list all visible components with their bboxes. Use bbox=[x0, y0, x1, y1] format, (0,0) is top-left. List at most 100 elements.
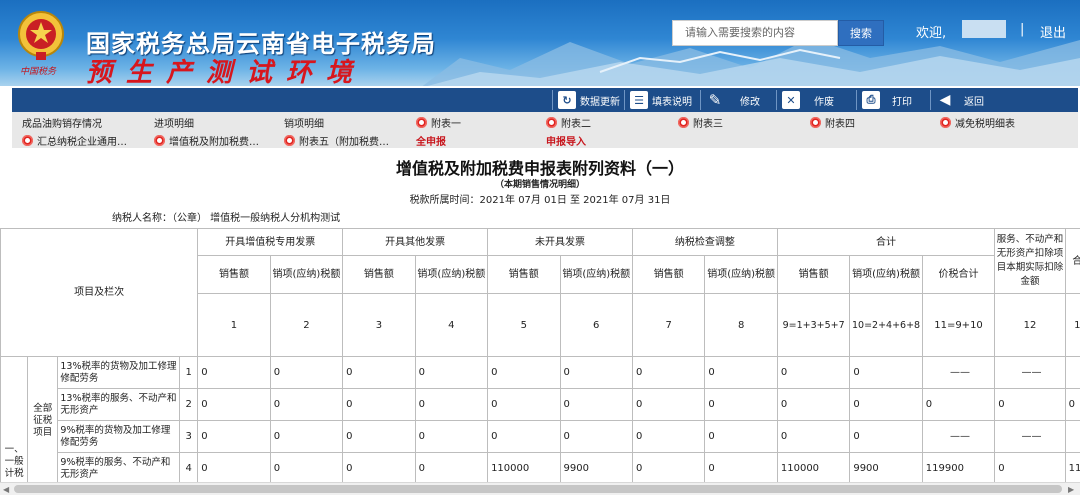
scroll-left-icon[interactable]: ◀ bbox=[3, 485, 9, 494]
column-number: 1 bbox=[197, 293, 271, 357]
table-cell[interactable]: 0 bbox=[704, 388, 778, 421]
row-number: 2 bbox=[179, 388, 199, 421]
back-button[interactable]: ◀ 返回 bbox=[936, 90, 984, 110]
scroll-right-icon[interactable]: ▶ bbox=[1068, 485, 1074, 494]
tab-schedule-4[interactable]: 附表四 bbox=[810, 115, 855, 130]
table-cell: —— bbox=[921, 356, 996, 389]
refresh-doc-icon: ↻ bbox=[558, 91, 576, 109]
search-button[interactable]: 搜索 bbox=[838, 20, 884, 46]
table-cell[interactable]: 0 bbox=[849, 388, 923, 421]
table-cell[interactable]: 0 bbox=[197, 388, 271, 421]
tab-oil-inventory[interactable]: 成品油购销存情况 bbox=[22, 115, 102, 130]
sub-header: 销售额 bbox=[487, 255, 561, 294]
table-cell[interactable]: 0 bbox=[1064, 388, 1080, 421]
table-cell[interactable]: 0 bbox=[414, 452, 489, 482]
toolbar-label: 修改 bbox=[740, 96, 760, 108]
gear-icon bbox=[810, 117, 821, 128]
table-cell[interactable]: 11 bbox=[1064, 452, 1080, 482]
table-cell[interactable]: 0 bbox=[487, 420, 561, 453]
logout-link[interactable]: 退出 bbox=[1040, 22, 1066, 41]
table-cell[interactable]: 0 bbox=[994, 452, 1066, 482]
table-cell[interactable]: 0 bbox=[849, 420, 923, 453]
table-cell[interactable]: 0 bbox=[197, 356, 271, 389]
tab-declaration-import[interactable]: 申报导入 bbox=[546, 133, 586, 148]
table-cell[interactable]: 0 bbox=[342, 452, 416, 482]
group-header: 开具其他发票 bbox=[342, 228, 489, 256]
toolbar-divider bbox=[930, 90, 931, 110]
table-cell[interactable]: 0 bbox=[704, 452, 778, 482]
tab-vat-surcharge[interactable]: 增值税及附加税费… bbox=[154, 133, 259, 148]
tab-label: 进项明细 bbox=[154, 119, 194, 130]
tab-schedule-1[interactable]: 附表一 bbox=[416, 115, 461, 130]
tab-consolidated-enterprise[interactable]: 汇总纳税企业通用… bbox=[22, 133, 127, 148]
column-number: 8 bbox=[704, 293, 778, 357]
table-cell[interactable]: 0 bbox=[559, 388, 633, 421]
table-cell[interactable]: 0 bbox=[776, 420, 851, 453]
table-cell[interactable]: 0 bbox=[269, 452, 344, 482]
table-cell[interactable]: 0 bbox=[559, 356, 633, 389]
table-cell[interactable]: 0 bbox=[342, 420, 416, 453]
search-input[interactable]: 请输入需要搜索的内容 bbox=[672, 20, 838, 46]
column-number: 1 bbox=[1064, 293, 1080, 357]
gear-icon bbox=[22, 135, 33, 146]
column-number: 2 bbox=[269, 293, 344, 357]
tab-input-details[interactable]: 进项明细 bbox=[154, 115, 194, 130]
tab-schedule-5[interactable]: 附表五（附加税费… bbox=[284, 133, 389, 148]
table-cell[interactable]: 9900 bbox=[559, 452, 633, 482]
edit-button[interactable]: ✎ 修改 bbox=[706, 90, 760, 110]
data-refresh-button[interactable]: ↻ 数据更新 bbox=[558, 90, 620, 110]
tab-full-declaration[interactable]: 全申报 bbox=[416, 133, 446, 148]
table-cell[interactable]: 119900 bbox=[921, 452, 996, 482]
table-cell[interactable] bbox=[1064, 356, 1080, 389]
table-cell[interactable]: 0 bbox=[342, 356, 416, 389]
table-cell[interactable]: 0 bbox=[631, 388, 706, 421]
row-label: 9%税率的货物及加工修理修配劳务 bbox=[57, 420, 181, 453]
table-cell[interactable]: 0 bbox=[197, 452, 271, 482]
void-button[interactable]: ✕ 作废 bbox=[782, 90, 834, 110]
table-cell[interactable]: 0 bbox=[269, 388, 344, 421]
scrollbar-thumb[interactable] bbox=[14, 485, 1062, 493]
table-cell[interactable]: 0 bbox=[342, 388, 416, 421]
table-cell[interactable]: 0 bbox=[704, 356, 778, 389]
table-cell[interactable]: 0 bbox=[704, 420, 778, 453]
table-cell[interactable]: 0 bbox=[487, 356, 561, 389]
sub-header: 销项(应纳)税额 bbox=[849, 255, 923, 294]
row-number: 1 bbox=[179, 356, 199, 389]
instructions-button[interactable]: ☰ 填表说明 bbox=[630, 90, 692, 110]
table-cell[interactable]: 0 bbox=[414, 356, 489, 389]
table-cell[interactable]: 0 bbox=[487, 388, 561, 421]
tab-output-details[interactable]: 销项明细 bbox=[284, 115, 324, 130]
table-cell[interactable]: 0 bbox=[414, 388, 489, 421]
table-cell[interactable]: 110000 bbox=[487, 452, 561, 482]
table-cell[interactable]: 0 bbox=[849, 356, 923, 389]
column-number: 3 bbox=[342, 293, 416, 357]
tab-schedule-2[interactable]: 附表二 bbox=[546, 115, 591, 130]
toolbar-label: 填表说明 bbox=[652, 96, 692, 108]
table-cell[interactable] bbox=[1064, 420, 1080, 453]
tab-label: 附表二 bbox=[561, 119, 591, 130]
table-cell[interactable]: 0 bbox=[559, 420, 633, 453]
table-cell[interactable]: 0 bbox=[631, 452, 706, 482]
row-number: 4 bbox=[179, 452, 199, 482]
table-cell[interactable]: 0 bbox=[631, 420, 706, 453]
table-cell[interactable]: 0 bbox=[197, 420, 271, 453]
table-cell[interactable]: 0 bbox=[269, 420, 344, 453]
table-cell[interactable]: 0 bbox=[776, 388, 851, 421]
table-cell[interactable]: 0 bbox=[631, 356, 706, 389]
header-banner: 中国税务 国家税务总局云南省电子税务局 预生产测试环境 请输入需要搜索的内容 搜… bbox=[0, 0, 1080, 86]
tab-schedule-3[interactable]: 附表三 bbox=[678, 115, 723, 130]
row-number: 3 bbox=[179, 420, 199, 453]
tab-tax-relief[interactable]: 减免税明细表 bbox=[940, 115, 1015, 130]
horizontal-scrollbar[interactable]: ◀ ▶ bbox=[0, 482, 1080, 495]
sub-header: 销售额 bbox=[631, 255, 706, 294]
table-cell[interactable]: 0 bbox=[776, 356, 851, 389]
corner-header: 项目及栏次 bbox=[0, 228, 199, 357]
table-cell[interactable]: 0 bbox=[921, 388, 996, 421]
table-cell[interactable]: 9900 bbox=[849, 452, 923, 482]
table-cell[interactable]: 0 bbox=[269, 356, 344, 389]
table-cell[interactable]: 110000 bbox=[776, 452, 851, 482]
table-cell[interactable]: 0 bbox=[414, 420, 489, 453]
print-button[interactable]: ⎙ 打印 bbox=[862, 90, 912, 110]
table-cell[interactable]: 0 bbox=[994, 388, 1066, 421]
tab-label: 附表四 bbox=[825, 119, 855, 130]
